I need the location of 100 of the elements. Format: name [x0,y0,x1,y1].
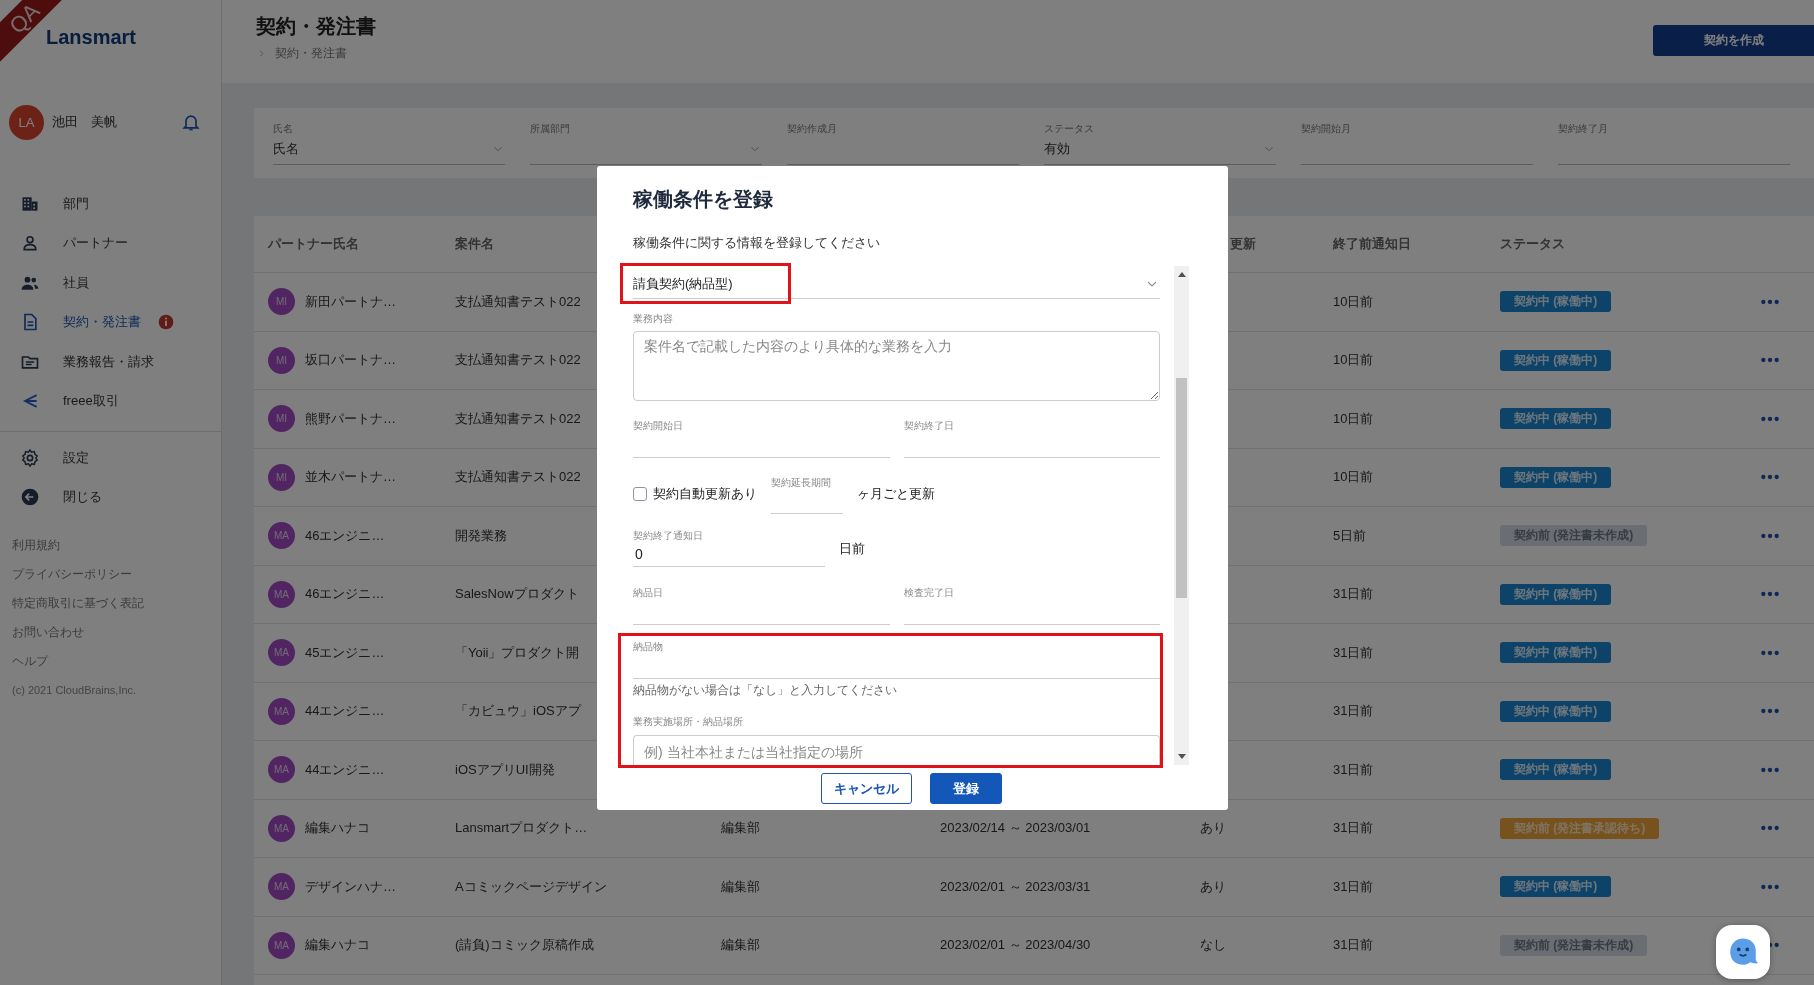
table-cell: iOSアプリUI開発 [455,760,555,779]
table-cell: 46エンジニ… [305,526,385,545]
table-cell: 10日前 [1333,468,1374,487]
unit-label: ヶ月ごと更新 [857,485,935,503]
table-cell: 2023/02/01 ～ 2023/03/31 [940,877,1091,896]
text-field[interactable]: 検査完了日 [903,587,1160,625]
nav-item[interactable]: 部門 [0,184,221,224]
table-cell: 31日前 [1333,585,1374,604]
table-cell: 並木パートナ… [305,468,396,487]
table-cell: 5日前 [1333,526,1367,545]
footer-link[interactable]: 利用規約 [12,531,60,560]
text-field[interactable]: 契約開始日 [633,420,890,458]
submit-button[interactable]: 登録 [930,773,1002,804]
status-badge: 契約前 (発注書承認待ち) [1500,817,1660,839]
textarea-field[interactable]: 案件名で記載した内容のより具体的な業務を入力 [633,331,1160,401]
field-label: 業務実施場所・納品場所 [633,716,743,728]
checkbox[interactable] [633,487,647,501]
table-cell: 編集ハナコ [305,819,370,838]
person-icon [20,233,40,254]
table-cell: 「カビュウ」iOSアプ [455,702,581,721]
table-cell: 31日前 [1333,643,1374,662]
partner-avatar: MI [268,463,295,491]
nav-item[interactable]: 業務報告・請求 [0,342,221,382]
create-button[interactable]: 契約を作成 [1653,25,1814,56]
partner-avatar: MA [268,756,295,784]
breadcrumb-link[interactable]: 契約・発注書 [275,45,347,62]
nav-item[interactable]: 契約・発注書 [0,302,221,342]
table-cell: 44エンジニ… [305,702,385,721]
partner-avatar: MA [268,522,295,550]
partner-avatar: MI [268,405,295,433]
table-cell: 46エンジニ… [305,585,385,604]
table-cell: 44エンジニ… [305,760,385,779]
nav-item[interactable]: 社員 [0,263,221,303]
column-header: 更新 [1230,235,1256,253]
footer-link[interactable]: プライバシーポリシー [12,560,132,589]
field-label: 業務内容 [633,313,673,325]
footer-link[interactable]: 特定商取引に基づく表記 [12,589,144,618]
table-cell: 編集部 [721,877,760,896]
nav-item[interactable]: 閉じる [0,477,221,517]
table-cell: 支払通知書テスト022 [455,468,581,487]
cancel-button[interactable]: キャンセル [821,773,912,804]
column-header: パートナー氏名 [268,235,359,253]
helper-text: 納品物がない場合は「なし」と入力してください [633,683,898,697]
table-cell: 10日前 [1333,351,1374,370]
table-cell: 45エンジニ… [305,643,385,662]
table-cell: あり [1200,877,1226,896]
filter-field[interactable]: 氏名 氏名 [273,122,505,165]
chat-widget[interactable] [1716,925,1770,979]
status-badge: 契約中 (稼働中) [1500,349,1612,371]
status-badge: 契約中 (稼働中) [1500,466,1612,488]
bell-icon[interactable] [181,112,201,132]
table-cell: 2023/02/14 ～ 2023/03/01 [940,819,1091,838]
nav-item[interactable]: パートナー [0,223,221,263]
table-cell: 31日前 [1333,936,1374,955]
text-field[interactable]: 納品日 [633,587,890,625]
page-title: 契約・発注書 [256,14,376,39]
table-cell: 支払通知書テスト022 [455,292,581,311]
table-cell: 支払通知書テスト022 [455,409,581,428]
table-cell: Lansmartプロダクト… [455,819,588,838]
footer-link[interactable]: お問い合わせ [12,618,84,647]
partner-avatar: MA [268,697,295,725]
status-badge: 契約中 (稼働中) [1500,759,1612,781]
status-badge: 契約中 (稼働中) [1500,876,1612,898]
partner-avatar: MA [268,814,295,842]
table-cell: 熊野パートナ… [305,409,396,428]
select-field[interactable]: 請負契約(納品型) [633,270,1160,299]
table-cell: 開発業務 [455,526,507,545]
text-field[interactable]: 契約延長期間 [771,476,843,514]
text-field[interactable]: 契約終了通知日 0 [633,530,825,567]
table-cell: 31日前 [1333,760,1374,779]
user-avatar: LA [9,104,44,140]
table-cell: 編集ハナコ [305,936,370,955]
table-cell: 2023/02/01 ～ 2023/04/30 [940,936,1091,955]
table-cell: 31日前 [1333,819,1374,838]
status-badge: 契約中 (稼働中) [1500,408,1612,430]
table-cell: 31日前 [1333,702,1374,721]
table-cell: 編集部 [721,819,760,838]
text-field[interactable]: 契約終了日 [903,420,1160,458]
nav-item[interactable]: freee取引 [0,381,221,421]
table-cell: Aコミックページデザイン [455,877,607,896]
partner-avatar: MA [268,931,295,959]
partner-avatar: MA [268,639,295,667]
table-cell: 10日前 [1333,292,1374,311]
logo: Lansmart [46,25,137,49]
status-badge: 契約中 (稼働中) [1500,583,1612,605]
nav-item[interactable]: 設定 [0,438,221,478]
partner-avatar: MA [268,580,295,608]
partner-avatar: MA [268,873,295,901]
partner-avatar: MI [268,346,295,374]
settings-icon [20,447,40,468]
filter-field[interactable]: 所属部門 [530,122,762,165]
table-cell: 編集部 [721,936,760,955]
table-cell: 「Yoii」プロダクト開 [455,643,580,662]
status-badge: 契約中 (稼働中) [1500,642,1612,664]
table-cell: 新田パートナ… [305,292,396,311]
footer-link[interactable]: ヘルプ [12,647,48,676]
table-cell: 坂口パートナ… [305,351,396,370]
table-cell: (請負)コミック原稿作成 [455,936,594,955]
scrollbar[interactable] [1174,266,1189,765]
status-badge: 契約中 (稼働中) [1500,291,1612,313]
